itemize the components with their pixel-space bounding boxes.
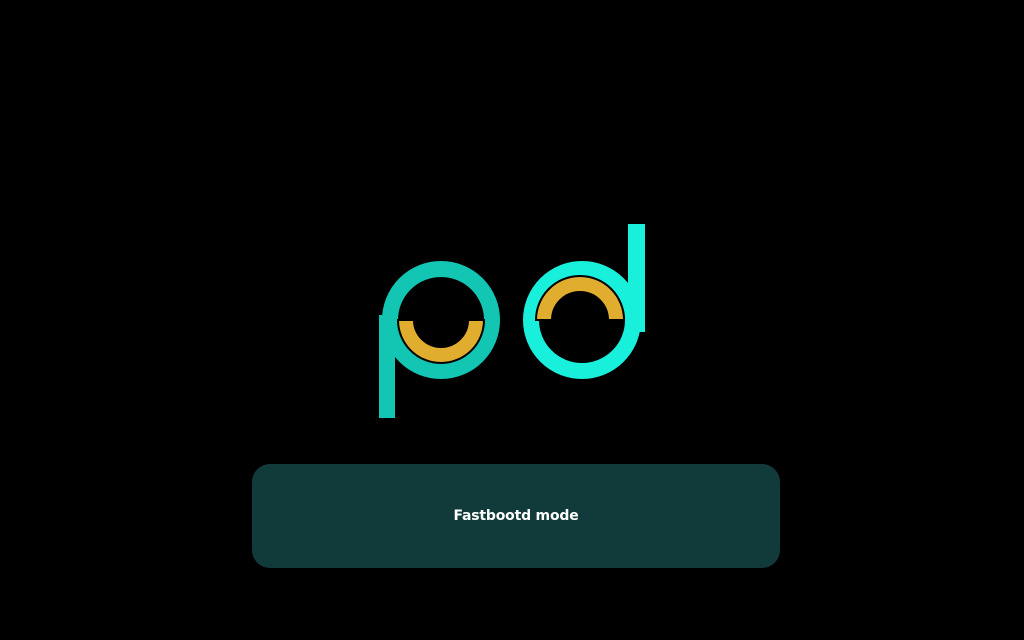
mode-label: Fastbootd mode: [453, 508, 579, 524]
fastbootd-screen: Fastbootd mode: [0, 0, 1024, 640]
d-stem: [628, 224, 645, 332]
mode-panel: Fastbootd mode: [252, 464, 780, 568]
pd-logo-icon: [379, 224, 645, 418]
